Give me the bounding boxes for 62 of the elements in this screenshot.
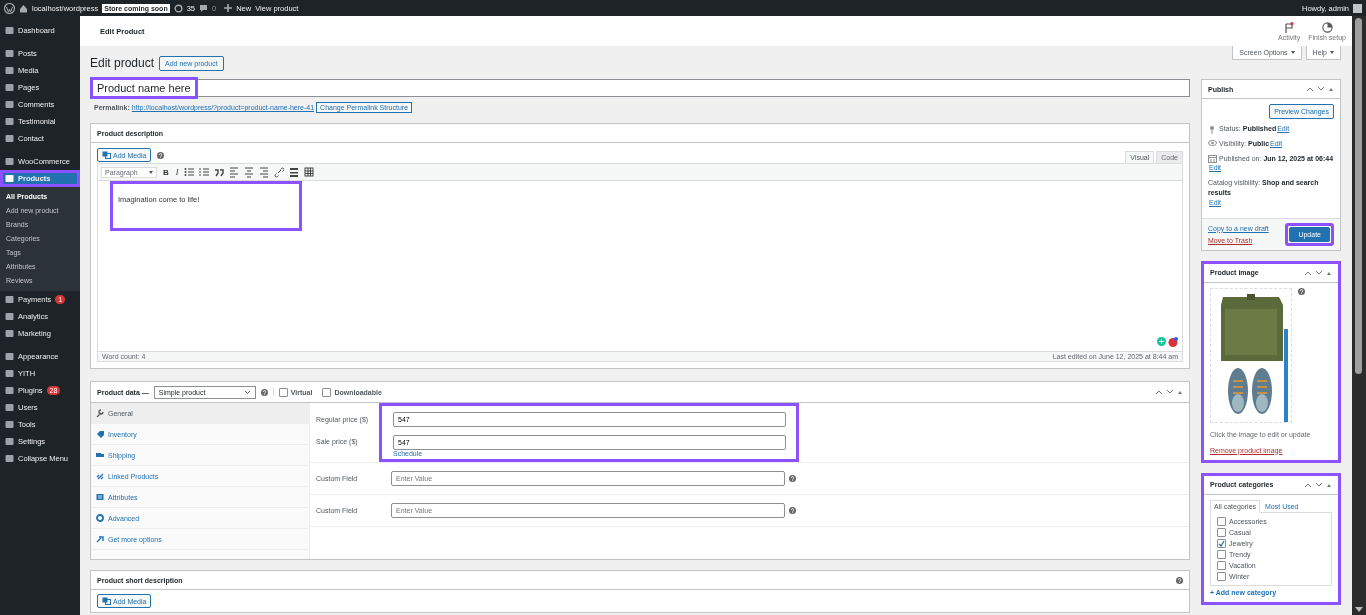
format-button[interactable]: B bbox=[162, 167, 170, 177]
list-icon bbox=[96, 493, 104, 501]
checkbox[interactable] bbox=[278, 387, 288, 397]
chevron-down-icon[interactable] bbox=[1315, 269, 1323, 276]
chevron-up-icon[interactable] bbox=[1306, 86, 1314, 92]
checkbox[interactable] bbox=[1217, 538, 1226, 548]
checkbox[interactable] bbox=[1217, 560, 1226, 570]
refresh-icon bbox=[173, 3, 183, 13]
help-icon bbox=[1298, 287, 1305, 295]
plus-icon bbox=[224, 4, 233, 12]
tag-icon bbox=[96, 430, 104, 438]
gear-icon bbox=[96, 514, 104, 522]
avatar-icon[interactable] bbox=[1353, 3, 1362, 13]
caret-icon bbox=[1290, 51, 1295, 54]
title-value: Product name here bbox=[90, 77, 198, 99]
scrollbar-thumb[interactable] bbox=[1355, 18, 1362, 374]
align-center-icon[interactable] bbox=[244, 166, 255, 178]
checkbox[interactable] bbox=[1217, 516, 1226, 526]
chevron-up-icon[interactable] bbox=[1304, 481, 1312, 488]
media-icon bbox=[102, 151, 111, 159]
help-icon bbox=[789, 507, 796, 514]
bullet-list-icon[interactable] bbox=[184, 166, 195, 178]
help-icon bbox=[157, 151, 165, 159]
scroll-down-icon[interactable] bbox=[1355, 607, 1363, 612]
align-right-icon[interactable] bbox=[259, 166, 270, 178]
title-field[interactable]: Product name here bbox=[90, 79, 1190, 97]
checkbox[interactable] bbox=[1217, 527, 1226, 537]
triangle-up-icon[interactable] bbox=[1177, 389, 1183, 395]
chevron-up-icon[interactable] bbox=[1304, 269, 1312, 276]
arrow-icon bbox=[96, 535, 104, 543]
checkbox[interactable] bbox=[1217, 571, 1226, 581]
page-heading: Edit product bbox=[90, 56, 155, 70]
media-icon bbox=[102, 597, 111, 605]
eye-icon bbox=[1208, 139, 1217, 149]
wrench-icon bbox=[96, 409, 104, 417]
scrollbar[interactable] bbox=[1352, 16, 1366, 615]
logo-icon[interactable] bbox=[4, 2, 15, 14]
comment-icon bbox=[199, 3, 209, 13]
calendar-icon bbox=[1208, 154, 1217, 164]
help-icon bbox=[260, 388, 268, 396]
pin-icon bbox=[1208, 124, 1217, 134]
checkbox[interactable] bbox=[322, 387, 332, 397]
home-icon bbox=[19, 3, 28, 13]
format-button[interactable]: I bbox=[174, 167, 180, 177]
plus-circle-icon[interactable] bbox=[1157, 337, 1166, 346]
caret-icon bbox=[1330, 51, 1334, 54]
help-icon bbox=[789, 475, 796, 482]
chevron-down-icon[interactable] bbox=[1317, 86, 1325, 92]
help-icon bbox=[1176, 576, 1183, 584]
horizontal-rule-icon[interactable] bbox=[289, 166, 300, 178]
menu-icon bbox=[5, 26, 14, 35]
chevron-down-icon bbox=[243, 389, 251, 395]
notification-icon[interactable] bbox=[1168, 337, 1178, 347]
caret-icon bbox=[149, 170, 153, 174]
checkbox[interactable] bbox=[1217, 549, 1226, 559]
quote-icon[interactable] bbox=[214, 166, 225, 178]
chevron-up-icon[interactable] bbox=[1155, 389, 1163, 395]
grid-icon[interactable] bbox=[304, 166, 315, 178]
triangle-up-icon[interactable] bbox=[1328, 86, 1334, 92]
chevron-down-icon[interactable] bbox=[1166, 389, 1174, 395]
check-icon bbox=[1218, 539, 1225, 547]
chevron-down-icon[interactable] bbox=[1315, 481, 1323, 488]
